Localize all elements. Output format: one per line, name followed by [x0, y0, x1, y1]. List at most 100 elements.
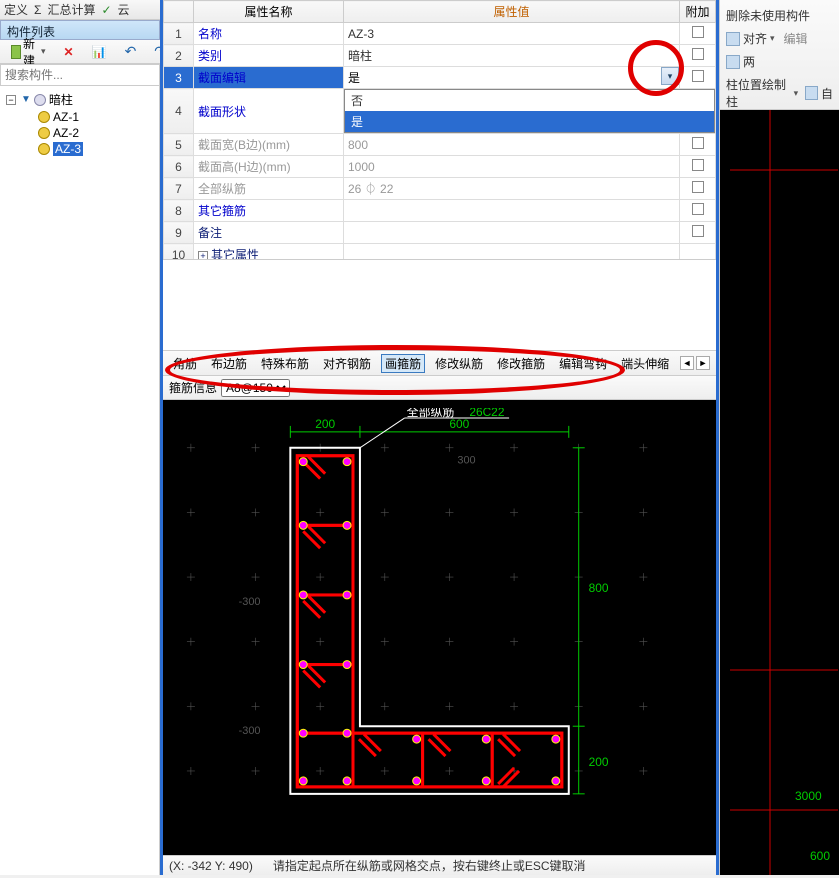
- stirrup-info-row: 箍筋信息 A8@150: [163, 376, 716, 400]
- new-icon: [11, 45, 21, 59]
- property-grid[interactable]: 属性名称 属性值 附加 1名称AZ-32类别暗柱3截面编辑▾4截面形状否是5截面…: [163, 0, 716, 260]
- attach-checkbox[interactable]: [692, 48, 704, 60]
- tree-item[interactable]: AZ-1: [2, 109, 157, 125]
- svg-text:3000: 3000: [795, 789, 822, 803]
- toolbar-pager: ◄ ►: [680, 356, 710, 370]
- property-row[interactable]: 2类别暗柱: [164, 45, 716, 67]
- align-button[interactable]: 对齐: [743, 30, 767, 47]
- menu-define[interactable]: 定义: [4, 1, 28, 18]
- tree-item-label: AZ-1: [53, 110, 79, 124]
- stirrup-combo[interactable]: A8@150: [221, 379, 290, 397]
- page-prev[interactable]: ◄: [680, 356, 694, 370]
- tree-root[interactable]: − ▼ 暗柱: [2, 90, 157, 109]
- svg-text:600: 600: [449, 417, 469, 431]
- rebar-toolbar: 角筋布边筋特殊布筋对齐钢筋画箍筋修改纵筋修改箍筋编辑弯钩端头伸缩 ◄ ►: [163, 350, 716, 376]
- right-canvas[interactable]: 3000 600: [720, 110, 839, 875]
- rebar-tool-0[interactable]: 角筋: [169, 354, 201, 373]
- rebar-tool-2[interactable]: 特殊布筋: [257, 354, 313, 373]
- property-row[interactable]: 6截面高(H边)(mm)1000: [164, 156, 716, 178]
- property-row[interactable]: 3截面编辑▾: [164, 67, 716, 89]
- status-bar: (X: -342 Y: 490) 请指定起点所在纵筋或网格交点，按右键终止或ES…: [163, 855, 716, 875]
- svg-text:300: 300: [457, 455, 475, 467]
- stirrup-label: 箍筋信息: [169, 379, 217, 396]
- attach-checkbox[interactable]: [692, 137, 704, 149]
- property-row[interactable]: 10+其它属性: [164, 244, 716, 261]
- cad-drawing: 全部纵筋 26C22 200 600 800 200 -300 300 -300: [171, 408, 708, 846]
- page-next[interactable]: ►: [696, 356, 710, 370]
- edit-label: 编辑: [784, 30, 808, 47]
- two-pt-icon: [726, 55, 740, 69]
- left-toolbar: 新建 ▾ ✕ 📊 ↶ ↷: [0, 40, 160, 64]
- menu-sum[interactable]: 汇总计算: [47, 1, 95, 18]
- svg-text:-300: -300: [239, 725, 261, 737]
- section-edit-input[interactable]: [348, 70, 659, 84]
- attach-checkbox[interactable]: [692, 203, 704, 215]
- check-icon: ✓: [101, 3, 111, 17]
- property-row[interactable]: 9备注: [164, 222, 716, 244]
- filter-icon: ▼: [21, 94, 31, 105]
- section-canvas[interactable]: 全部纵筋 26C22 200 600 800 200 -300 300 -300: [163, 400, 716, 855]
- folder-icon: [34, 94, 46, 106]
- right-panel: 删除未使用构件 对齐 ▾ 编辑 两 柱位置绘制柱 ▾ 自 3000: [719, 0, 839, 875]
- tree-item[interactable]: AZ-2: [2, 125, 157, 141]
- property-row[interactable]: 5截面宽(B边)(mm)800: [164, 134, 716, 156]
- dropdown-option[interactable]: 是: [345, 111, 714, 132]
- tree-item-label: AZ-2: [53, 126, 79, 140]
- main-panel: 属性名称 属性值 附加 1名称AZ-32类别暗柱3截面编辑▾4截面形状否是5截面…: [160, 0, 719, 875]
- col-value: 属性值: [344, 1, 680, 23]
- delete-unused-button[interactable]: 删除未使用构件: [724, 4, 835, 27]
- col-attach: 附加: [680, 1, 716, 23]
- rebar-tool-7[interactable]: 编辑弯钩: [555, 354, 611, 373]
- dropdown-option[interactable]: 否: [345, 90, 714, 111]
- right-toolbar: 删除未使用构件 对齐 ▾ 编辑 两 柱位置绘制柱 ▾ 自: [720, 0, 839, 110]
- rebar-tool-6[interactable]: 修改箍筋: [493, 354, 549, 373]
- rebar-tool-5[interactable]: 修改纵筋: [431, 354, 487, 373]
- column-icon: [38, 111, 50, 123]
- svg-text:200: 200: [315, 417, 335, 431]
- svg-text:200: 200: [589, 755, 609, 769]
- property-row[interactable]: 8其它箍筋: [164, 200, 716, 222]
- place-column-button[interactable]: 柱位置绘制柱: [726, 76, 791, 110]
- attach-checkbox[interactable]: [692, 26, 704, 38]
- col-name: 属性名称: [194, 1, 344, 23]
- menu-cloud[interactable]: 云: [118, 1, 130, 18]
- sigma-icon: Σ: [34, 3, 41, 17]
- col-rownum: [164, 1, 194, 23]
- delete-button[interactable]: ✕: [57, 43, 81, 61]
- search-box[interactable]: 🔍: [0, 64, 160, 86]
- status-hint: 请指定起点所在纵筋或网格交点，按右键终止或ESC键取消: [273, 857, 586, 874]
- rebar-tool-3[interactable]: 对齐钢筋: [319, 354, 375, 373]
- property-row[interactable]: 7全部纵筋26 ⏀ 22: [164, 178, 716, 200]
- caret-icon: ▾: [41, 46, 46, 57]
- expand-icon[interactable]: +: [198, 251, 208, 260]
- attach-checkbox[interactable]: [692, 181, 704, 193]
- rebar-tool-1[interactable]: 布边筋: [207, 354, 251, 373]
- grid-spacer: [163, 260, 716, 350]
- property-row[interactable]: 4截面形状否是: [164, 89, 716, 134]
- filter-button[interactable]: 📊: [85, 43, 114, 61]
- attach-checkbox[interactable]: [692, 70, 704, 82]
- coords-display: (X: -342 Y: 490): [169, 859, 253, 873]
- column-icon: [38, 143, 50, 155]
- align-icon: [726, 32, 740, 46]
- self-icon: [805, 86, 818, 100]
- svg-text:600: 600: [810, 849, 830, 863]
- svg-text:-300: -300: [239, 596, 261, 608]
- dropdown-button[interactable]: ▾: [661, 67, 679, 85]
- search-input[interactable]: [1, 66, 164, 84]
- tree-item-selected[interactable]: AZ-3: [2, 141, 157, 157]
- tree-item-label: AZ-3: [53, 142, 83, 156]
- collapse-icon[interactable]: −: [6, 95, 16, 105]
- attach-checkbox[interactable]: [692, 159, 704, 171]
- dropdown-list[interactable]: 否是: [344, 89, 715, 133]
- rebar-tool-8[interactable]: 端头伸缩: [617, 354, 673, 373]
- attach-checkbox[interactable]: [692, 225, 704, 237]
- undo-icon: ↶: [125, 43, 137, 60]
- component-tree[interactable]: − ▼ 暗柱 AZ-1 AZ-2 AZ-3: [0, 86, 160, 875]
- property-row[interactable]: 1名称AZ-3: [164, 23, 716, 45]
- two-point-button[interactable]: 两: [743, 53, 755, 70]
- rebar-tool-4[interactable]: 画箍筋: [381, 354, 425, 373]
- svg-text:全部纵筋: 全部纵筋: [407, 408, 455, 419]
- undo-button[interactable]: ↶: [118, 41, 144, 62]
- tree-root-label: 暗柱: [49, 91, 73, 108]
